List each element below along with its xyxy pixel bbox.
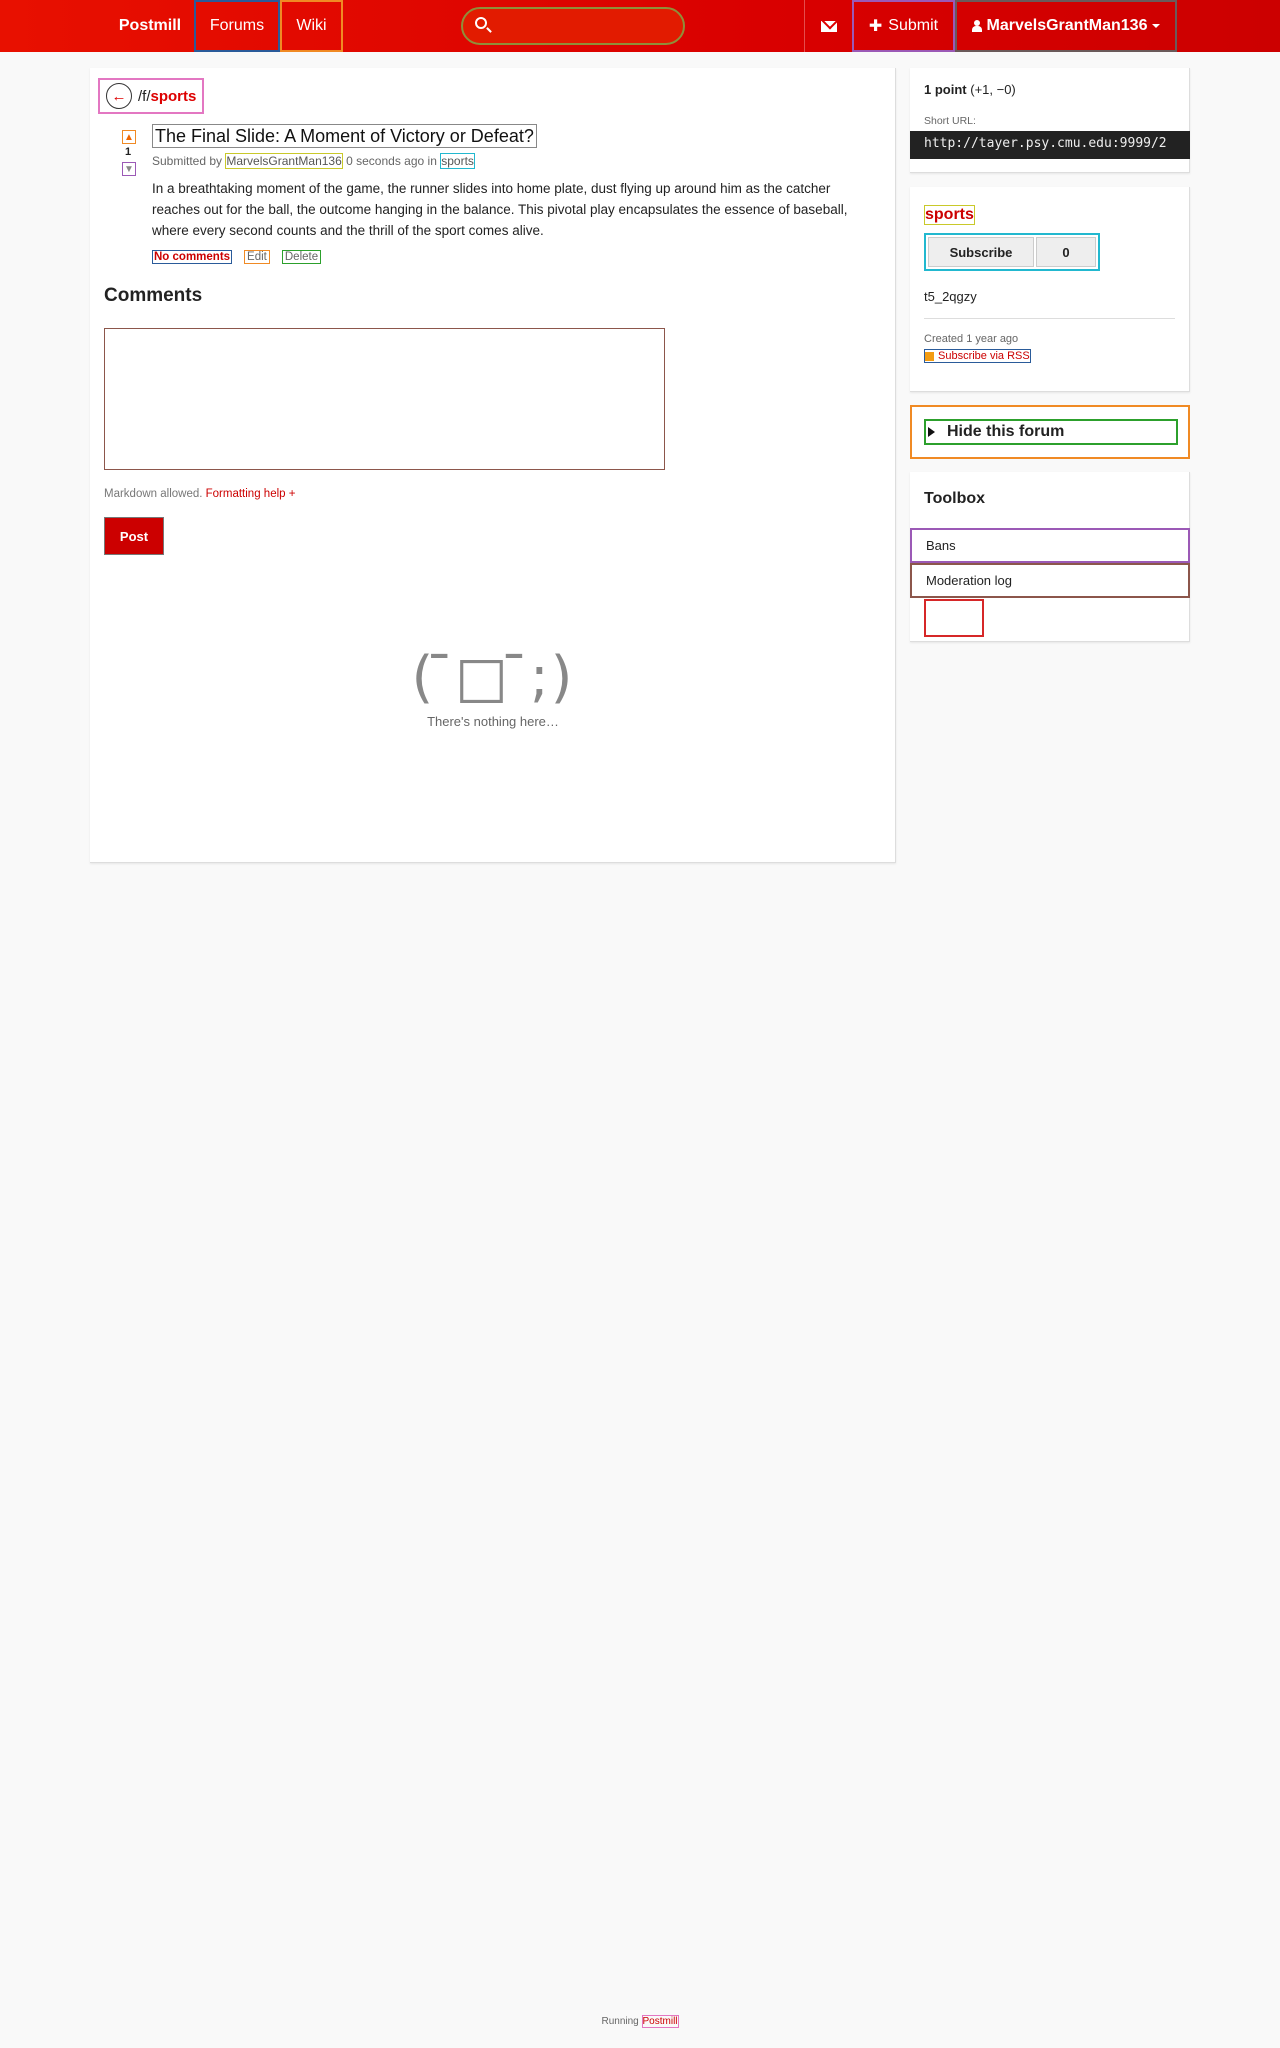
submit-label: Submit [888,17,939,34]
markdown-help: Markdown allowed. Formatting help + [104,488,295,500]
hide-forum-label: Hide this forum [947,423,1065,440]
subscribe-button[interactable]: Subscribe [928,237,1034,267]
markdown-note: Markdown allowed. [104,488,203,500]
empty-state: ( ̄□ ̄;) There's nothing here… [90,645,896,730]
forum-name-link[interactable]: sports [924,205,975,225]
back-to-forum-link[interactable]: ← /f/sports [98,78,205,114]
arrow-left-icon: ← [106,83,132,109]
user-icon [971,20,982,32]
footer: Running Postmill [0,2015,1280,2028]
comments-heading: Comments [104,285,203,306]
postmill-link[interactable]: Postmill [641,2015,679,2028]
subscriber-count: 0 [1036,237,1096,267]
user-menu[interactable]: MarvelsGrantMan136 [955,0,1177,52]
points-breakdown: (+1, −0) [970,82,1016,97]
author-link[interactable]: MarvelsGrantMan136 [225,153,343,169]
username: MarvelsGrantMan136 [986,17,1148,34]
bans-link[interactable]: Bans [910,528,1190,563]
post-meta: Submitted by MarvelsGrantMan136 0 second… [152,153,475,169]
hide-forum-toggle[interactable]: Hide this forum [924,419,1178,445]
edit-link[interactable]: Edit [244,250,270,264]
post-title[interactable]: The Final Slide: A Moment of Victory or … [152,124,537,148]
empty-state-text: There's nothing here… [427,714,559,729]
score-summary: 1 point (+1, −0) [924,82,1175,97]
breadcrumb-prefix: /f/ [138,87,151,105]
rss-link[interactable]: Subscribe via RSS [924,349,1031,363]
short-url-field[interactable]: http://tayer.psy.cmu.edu:9999/2 [910,131,1190,159]
delete-button[interactable]: Delete [281,250,322,264]
rss-icon [925,351,934,361]
toolbox-title: Toolbox [924,490,986,507]
main-content: ← /f/sports ▲ 1 ▼ The Final Slide: A Mom… [90,68,896,863]
brand-link[interactable]: Postmill [105,0,195,52]
comment-textarea[interactable] [104,328,665,470]
post-score: 1 [125,146,132,158]
submit-button[interactable]: ✚ Submit [852,0,955,52]
search-input[interactable] [461,7,685,45]
formatting-help-link[interactable]: Formatting help + [206,488,296,500]
rss-label: Subscribe via RSS [938,350,1030,362]
points-label: 1 point [924,82,967,97]
score-card: 1 point (+1, −0) Short URL: http://tayer… [910,68,1190,173]
in-label: in [427,154,437,168]
caret-down-icon [1152,24,1161,28]
divider [924,318,1175,319]
short-url-label: Short URL: [924,115,976,127]
created-date: Created 1 year ago [924,333,1019,345]
empty-face-emoticon: ( ̄□ ̄;) [411,645,575,710]
forum-card: sports Subscribe 0 t5_2qgzy Created 1 ye… [910,187,1190,392]
forum-id: t5_2qgzy [924,289,977,304]
moderation-log-link[interactable]: Moderation log [910,563,1190,598]
messages-button[interactable] [804,0,852,52]
triangle-right-icon [928,427,935,437]
comments-link[interactable]: No comments [152,250,233,264]
upvote-button[interactable]: ▲ [122,130,136,144]
footer-running: Running [601,2016,639,2027]
post-time: 0 seconds ago [346,154,425,168]
nav-wiki[interactable]: Wiki [280,0,343,52]
subscribe-group: Subscribe 0 [924,233,1100,271]
post-body: In a breathtaking moment of the game, th… [152,181,848,238]
post-actions: No comments Edit Delete [152,250,322,264]
hide-forum-box: Hide this forum [910,405,1190,459]
nav-forums[interactable]: Forums [194,0,280,52]
toolbox-empty-button[interactable] [924,599,984,637]
envelope-icon [820,20,837,32]
forum-link[interactable]: sports [440,153,475,169]
plus-icon: ✚ [868,18,883,35]
toolbox-card: Toolbox Bans Moderation log [910,472,1190,642]
top-navbar: Postmill Forums Wiki ✚ Submit MarvelsGra… [0,0,1280,52]
submitted-prefix: Submitted by [152,154,223,168]
downvote-button[interactable]: ▼ [122,162,136,176]
breadcrumb-forum: sports [150,87,197,105]
post-comment-button[interactable]: Post [104,517,164,555]
search-icon [475,17,487,29]
